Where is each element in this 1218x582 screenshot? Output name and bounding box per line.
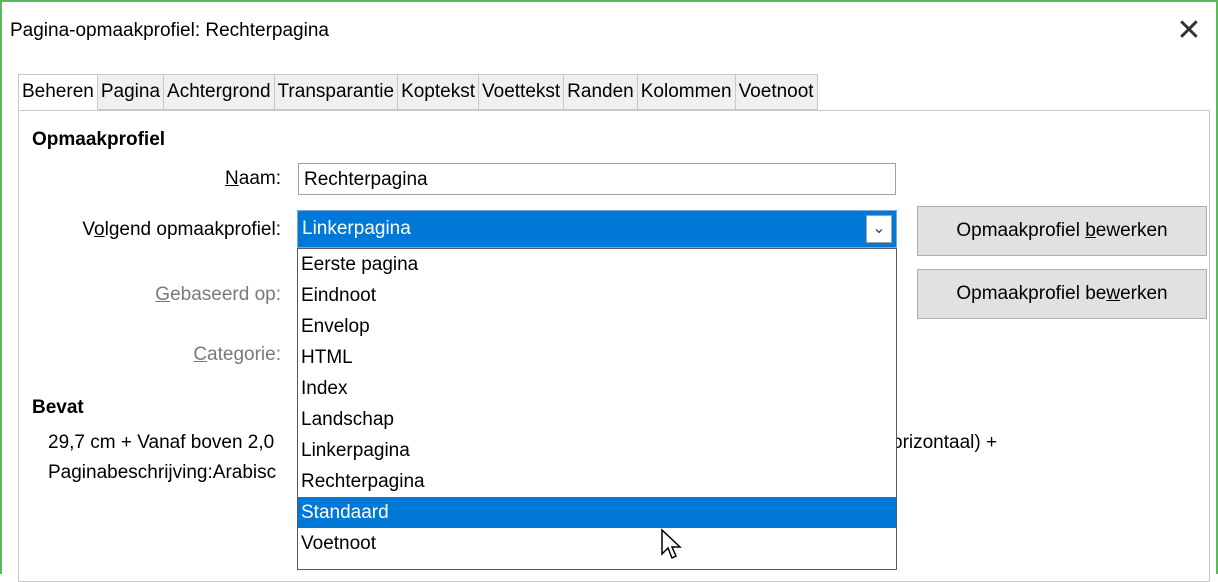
tab-beheren[interactable]: Beheren (18, 74, 98, 110)
title-bar: Pagina-opmaakprofiel: Rechterpagina ✕ (2, 2, 1216, 62)
dropdown-option[interactable]: Eerste pagina (298, 249, 896, 280)
dropdown-option[interactable]: Linkerpagina (298, 435, 896, 466)
dropdown-option[interactable]: Index (298, 373, 896, 404)
next-style-select[interactable]: Linkerpagina ⌄ (297, 210, 897, 248)
tab-randen[interactable]: Randen (564, 74, 638, 110)
edit-style-button-2[interactable]: Opmaakprofiel bewerken (917, 269, 1207, 319)
mouse-cursor-icon (661, 528, 682, 560)
tab-voetnoot[interactable]: Voetnoot (735, 74, 818, 110)
edit-style-button-1[interactable]: Opmaakprofiel bewerken (917, 206, 1207, 256)
tab-koptekst[interactable]: Koptekst (398, 74, 479, 110)
category-label: Categorie: (193, 344, 281, 365)
dropdown-option[interactable]: Eindnoot (298, 280, 896, 311)
next-style-value: Linkerpagina (302, 218, 411, 239)
dropdown-option[interactable]: HTML (298, 342, 896, 373)
name-field[interactable]: Rechterpagina (298, 163, 896, 195)
next-style-dropdown-list[interactable]: Eerste pagina Eindnoot Envelop HTML Index Lan… (297, 248, 897, 570)
next-style-label: Volgend opmaakprofiel: (82, 219, 281, 240)
chevron-down-icon[interactable]: ⌄ (866, 215, 892, 243)
tab-achtergrond[interactable]: Achtergrond (164, 74, 275, 110)
tab-bar: Beheren Pagina Achtergrond Transparantie Kop… (18, 74, 818, 110)
dropdown-option[interactable]: Rechterpagina (298, 466, 896, 497)
dropdown-option[interactable]: Landschap (298, 404, 896, 435)
tab-kolommen[interactable]: Kolommen (637, 74, 736, 110)
section-title-contains: Bevat (32, 397, 84, 418)
tab-pagina[interactable]: Pagina (97, 74, 165, 110)
tab-transparantie[interactable]: Transparantie (274, 74, 399, 110)
section-title-style: Opmaakprofiel (32, 129, 166, 150)
name-label: Naam: (225, 168, 281, 189)
close-icon[interactable]: ✕ (1172, 14, 1206, 48)
based-on-label: Gebaseerd op: (155, 284, 281, 305)
contains-line-1-start: 29,7 cm + Vanaf boven 2,0 (48, 432, 275, 453)
tab-voettekst[interactable]: Voettekst (479, 74, 565, 110)
window-title: Pagina-opmaakprofiel: Rechterpagina (10, 20, 329, 41)
contains-line-1-end: orizontaal) + (892, 432, 998, 453)
dropdown-option[interactable]: Envelop (298, 311, 896, 342)
contains-line-2: Paginabeschrijving:Arabisc (48, 462, 277, 483)
dropdown-option[interactable]: Voetnoot (298, 528, 896, 559)
dropdown-option[interactable]: Standaard (298, 497, 896, 528)
